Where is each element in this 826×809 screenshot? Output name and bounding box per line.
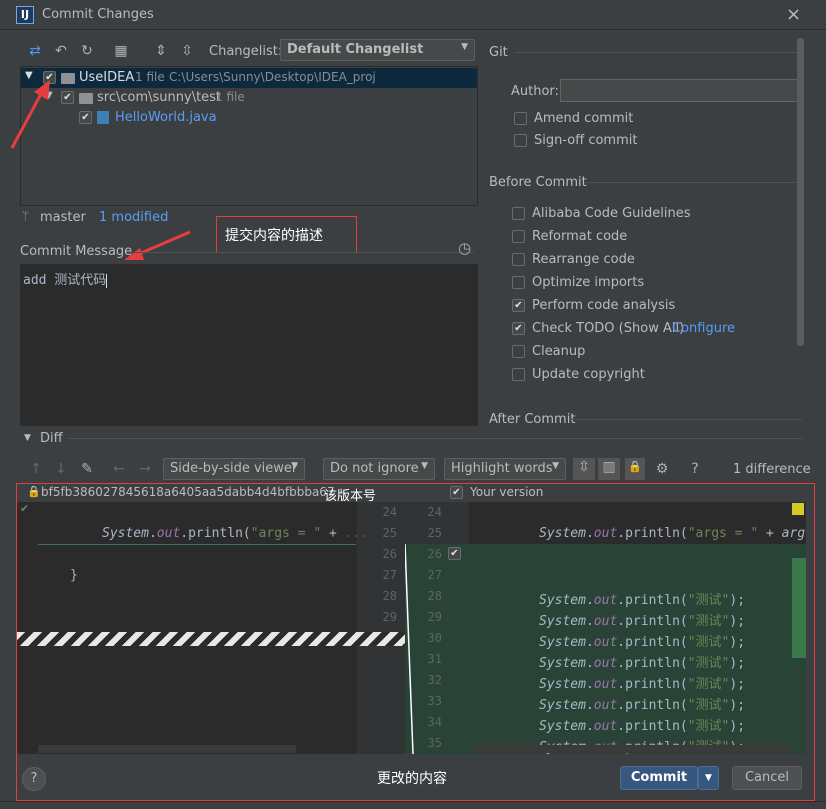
divider	[572, 419, 802, 420]
package-name: src\com\sunny\test	[97, 90, 222, 105]
branch-icon: ᛘ	[22, 209, 30, 223]
sync-scroll-icon[interactable]: ▥	[598, 458, 620, 480]
refresh-icon[interactable]: ↻	[78, 42, 96, 60]
viewer-select[interactable]: Side-by-side viewer ▼	[163, 458, 305, 480]
collapse-unchanged-icon[interactable]: ⇳	[573, 458, 595, 480]
modified-link[interactable]: 1 modified	[99, 210, 168, 225]
option-checkbox[interactable]	[512, 207, 525, 220]
package-checkbox[interactable]: ✔	[61, 91, 74, 104]
signoff-checkbox[interactable]	[514, 134, 527, 147]
close-icon[interactable]: ×	[786, 4, 801, 25]
option-checkbox[interactable]	[512, 345, 525, 358]
tree-row-package[interactable]: ▼ ✔ src\com\sunny\test 1 file	[21, 88, 477, 108]
tree-row-file[interactable]: ✔ HelloWorld.java	[21, 108, 477, 128]
divider	[514, 52, 802, 53]
difference-count: 1 difference	[733, 462, 811, 477]
viewer-value: Side-by-side viewer	[170, 461, 298, 476]
after-commit-title: After Commit	[489, 412, 576, 427]
option-checkbox[interactable]	[512, 368, 525, 381]
option-label: Optimize imports	[532, 275, 645, 290]
changelist-label: Changelist:	[209, 44, 283, 59]
root-path: C:\Users\Sunny\Desktop\IDEA_proj	[169, 70, 376, 84]
changes-tree[interactable]: ▼ ✔ UseIDEA 1 file C:\Users\Sunny\Deskto…	[20, 66, 478, 206]
forward-icon[interactable]: →	[136, 460, 154, 478]
option-checkbox[interactable]: ✔	[512, 299, 525, 312]
rollback-icon[interactable]: ↶	[52, 42, 70, 60]
branch-name[interactable]: master	[40, 210, 86, 225]
module-folder-icon	[61, 73, 75, 84]
help-icon[interactable]: ?	[686, 460, 704, 478]
package-count: 1 file	[215, 90, 245, 104]
author-input[interactable]	[560, 79, 801, 102]
option-label: Reformat code	[532, 229, 628, 244]
signoff-label: Sign-off commit	[534, 133, 638, 148]
chevron-down-icon: ▼	[552, 461, 559, 471]
expand-all-icon[interactable]: ⇕	[152, 42, 170, 60]
window-title: Commit Changes	[42, 7, 154, 22]
divider	[128, 252, 474, 253]
root-name: UseIDEA	[79, 70, 135, 85]
diff-section-title: Diff	[40, 431, 63, 446]
amend-checkbox[interactable]	[514, 112, 527, 125]
highlight-value: Highlight words	[451, 461, 553, 476]
history-icon[interactable]: ◷	[458, 239, 471, 257]
group-by-icon[interactable]: ▦	[112, 42, 130, 60]
changelist-select[interactable]: Default Changelist ▼	[280, 39, 475, 61]
chevron-down-icon: ▼	[421, 461, 428, 471]
file-name: HelloWorld.java	[115, 110, 217, 125]
divider	[584, 182, 802, 183]
chevron-down-icon: ▼	[291, 461, 298, 471]
git-section-title: Git	[489, 45, 508, 60]
author-label: Author:	[511, 84, 559, 99]
edit-source-icon[interactable]: ✎	[78, 460, 96, 478]
amend-label: Amend commit	[534, 111, 634, 126]
option-label: Check TODO (Show All)	[532, 321, 685, 336]
ignore-value: Do not ignore	[330, 461, 419, 476]
root-count: 1 file	[135, 70, 165, 84]
lock-icon[interactable]: 🔒	[625, 458, 645, 480]
prev-diff-icon[interactable]: ↑	[27, 460, 45, 478]
annotation-arrow	[10, 80, 50, 149]
changelist-value: Default Changelist	[287, 42, 424, 57]
gear-icon[interactable]: ⚙	[653, 460, 671, 478]
chevron-down-icon: ▼	[461, 42, 468, 52]
commit-message-label: Commit Message	[20, 244, 133, 259]
move-changes-icon[interactable]: ⇄	[26, 42, 44, 60]
collapse-all-icon[interactable]: ⇳	[178, 42, 196, 60]
file-checkbox[interactable]: ✔	[79, 111, 92, 124]
option-label: Rearrange code	[532, 252, 635, 267]
before-commit-title: Before Commit	[489, 175, 587, 190]
option-checkbox[interactable]	[512, 253, 525, 266]
tree-row-root[interactable]: ▼ ✔ UseIDEA 1 file C:\Users\Sunny\Deskto…	[21, 68, 477, 88]
commit-message-text: add 测试代码	[23, 273, 107, 288]
annotation-message-box: 提交内容的描述	[216, 216, 357, 253]
divider	[68, 438, 802, 439]
annotation-diff-frame	[16, 483, 815, 801]
folder-icon	[79, 93, 93, 104]
java-file-icon	[97, 111, 109, 124]
option-checkbox[interactable]: ✔	[512, 322, 525, 335]
ignore-select[interactable]: Do not ignore ▼	[323, 458, 435, 480]
next-diff-icon[interactable]: ↓	[52, 460, 70, 478]
highlight-select[interactable]: Highlight words ▼	[444, 458, 566, 480]
option-label: Alibaba Code Guidelines	[532, 206, 691, 221]
option-label: Update copyright	[532, 367, 645, 382]
status-bar	[0, 801, 826, 809]
intellij-icon: IJ	[16, 6, 34, 24]
option-label: Perform code analysis	[532, 298, 676, 313]
option-checkbox[interactable]	[512, 276, 525, 289]
option-checkbox[interactable]	[512, 230, 525, 243]
configure-link[interactable]: Configure	[672, 321, 735, 336]
commit-message-input[interactable]: add 测试代码	[20, 264, 478, 426]
option-label: Cleanup	[532, 344, 586, 359]
collapse-arrow-icon[interactable]: ▼	[24, 433, 31, 443]
title-bar: IJ Commit Changes ×	[0, 0, 826, 30]
back-icon[interactable]: ←	[110, 460, 128, 478]
right-panel-scrollbar[interactable]	[797, 38, 804, 346]
